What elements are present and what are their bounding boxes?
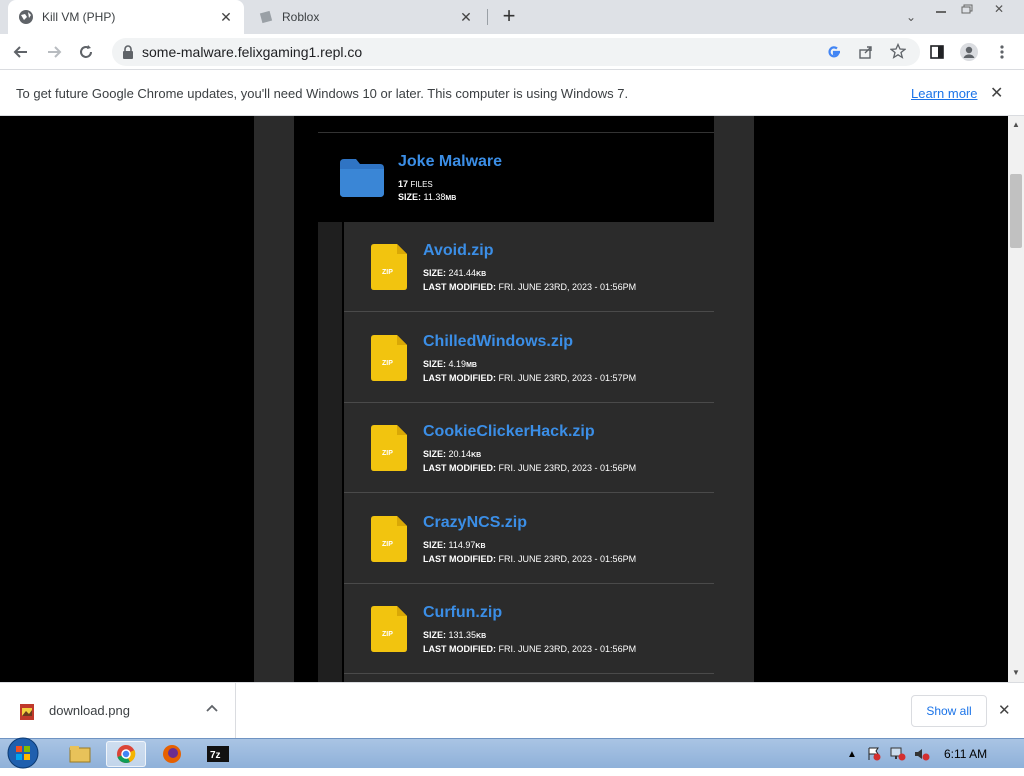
panel-top-bar [294, 116, 714, 132]
share-icon[interactable] [858, 44, 874, 65]
file-modified: LAST MODIFIED: FRI. JUNE 23RD, 2023 - 01… [423, 644, 637, 654]
file-name[interactable]: CookieClickerHack.zip [423, 423, 595, 441]
windows-taskbar: 7z ▲ 6:11 AM [0, 735, 1024, 771]
side-panel-icon[interactable] [924, 39, 950, 65]
folder-file-count: 17 FILES [398, 179, 433, 189]
file-name[interactable]: Avoid.zip [423, 242, 494, 260]
page-viewport: Joke Malware 17 FILES SIZE: 11.38MB ZIP A… [0, 116, 1008, 682]
file-size: SIZE: 4.19MB [423, 358, 477, 369]
scrollbar-thumb[interactable] [1010, 174, 1022, 248]
bookmark-star-icon[interactable] [889, 42, 907, 64]
file-row[interactable]: ZIP CrazyNCS.zip SIZE: 114.97KB LAST MODIFI… [344, 494, 714, 584]
menu-kebab-icon[interactable] [989, 39, 1015, 65]
profile-avatar-icon[interactable] [956, 39, 982, 65]
reload-button[interactable] [73, 39, 99, 65]
file-name[interactable]: ChilledWindows.zip [423, 333, 573, 351]
tab-search-icon[interactable]: ⌄ [896, 8, 926, 26]
folder-name[interactable]: Joke Malware [398, 153, 502, 171]
volume-icon[interactable] [914, 746, 930, 762]
file-name[interactable]: Curfun.zip [423, 604, 502, 622]
file-size: SIZE: 114.97KB [423, 539, 486, 550]
file-modified: LAST MODIFIED: FRI. JUNE 23RD, 2023 - 01… [423, 463, 637, 473]
svg-text:7z: 7z [210, 750, 221, 761]
chevron-up-icon[interactable] [206, 701, 218, 715]
download-shelf: download.png Show all ✕ [0, 682, 1024, 739]
tree-indent-bar [294, 132, 318, 682]
scroll-up-arrow[interactable]: ▲ [1012, 120, 1020, 129]
firefox-taskbar-icon[interactable] [152, 741, 192, 767]
svg-text:ZIP: ZIP [382, 269, 393, 276]
folder-icon [340, 159, 384, 197]
file-panel: Joke Malware 17 FILES SIZE: 11.38MB ZIP A… [254, 116, 754, 682]
lock-icon[interactable] [122, 45, 134, 64]
chrome-taskbar-icon[interactable] [106, 741, 146, 767]
tree-indent-bar [318, 222, 344, 682]
file-modified: LAST MODIFIED: FRI. JUNE 23RD, 2023 - 01… [423, 282, 637, 292]
image-file-icon [20, 704, 34, 725]
svg-text:ZIP: ZIP [382, 631, 393, 638]
file-modified: LAST MODIFIED: FRI. JUNE 23RD, 2023 - 01… [423, 553, 637, 564]
close-window-button[interactable]: ✕ [984, 0, 1014, 18]
tab-kill-vm[interactable]: Kill VM (PHP) ✕ [8, 0, 244, 34]
close-tab-icon[interactable]: ✕ [458, 9, 474, 25]
svg-text:ZIP: ZIP [382, 360, 393, 367]
vertical-scrollbar[interactable]: ▲ ▼ [1008, 116, 1024, 682]
svg-text:ZIP: ZIP [382, 541, 393, 548]
zip-file-icon: ZIP [371, 425, 407, 471]
globe-icon [18, 9, 34, 25]
taskbar-clock[interactable]: 6:11 AM [944, 747, 987, 761]
close-infobar-icon[interactable]: ✕ [990, 83, 1003, 103]
zip-file-icon: ZIP [371, 606, 407, 652]
file-row[interactable]: ZIP Curfun.zip SIZE: 131.35KB LAST MODIFIED… [344, 584, 714, 674]
tab-title: Kill VM (PHP) [42, 10, 116, 24]
tab-roblox[interactable]: Roblox ✕ [248, 0, 484, 34]
7zip-taskbar-icon[interactable]: 7z [198, 741, 238, 767]
file-row[interactable]: ZIP Avoid.zip SIZE: 241.44KB LAST MODIFIED:… [344, 222, 714, 312]
zip-file-icon: ZIP [371, 515, 407, 562]
new-tab-button[interactable]: + [498, 5, 520, 28]
scroll-down-arrow[interactable]: ▼ [1012, 668, 1020, 677]
forward-button[interactable] [41, 39, 67, 65]
file-row[interactable]: ZIP ChilledWindows.zip SIZE: 4.19MB LAST MO… [344, 313, 714, 403]
file-modified: LAST MODIFIED: FRI. JUNE 23RD, 2023 - 01… [423, 372, 637, 383]
browser-toolbar: some-malware.felixgaming1.repl.co [0, 34, 1024, 70]
start-button[interactable] [4, 735, 42, 771]
download-filename[interactable]: download.png [49, 703, 130, 718]
back-button[interactable] [8, 39, 34, 65]
google-icon[interactable] [826, 44, 842, 65]
file-row[interactable]: ZIP CookieClickerHack.zip SIZE: 20.14KB LAS… [344, 403, 714, 493]
tab-separator [487, 9, 488, 25]
show-all-button[interactable]: Show all [911, 695, 987, 727]
show-hidden-icons[interactable]: ▲ [844, 746, 860, 762]
url-text[interactable]: some-malware.felixgaming1.repl.co [142, 44, 362, 60]
tab-title: Roblox [282, 10, 320, 24]
file-name[interactable]: CrazyNCS.zip [423, 514, 527, 532]
learn-more-link[interactable]: Learn more [911, 86, 977, 101]
infobar-message: To get future Google Chrome updates, you… [16, 86, 629, 101]
zip-file-icon: ZIP [371, 334, 407, 381]
close-download-shelf-icon[interactable]: ✕ [998, 701, 1011, 719]
folder-size: SIZE: 11.38MB [398, 192, 457, 202]
roblox-icon [258, 9, 274, 25]
zip-file-icon: ZIP [371, 244, 407, 290]
close-tab-icon[interactable]: ✕ [218, 9, 234, 25]
tab-strip: Kill VM (PHP) ✕ Roblox ✕ + ⌄ ✕ [0, 0, 1024, 34]
download-item[interactable]: download.png [0, 683, 236, 739]
explorer-taskbar-icon[interactable] [60, 741, 100, 767]
update-infobar: To get future Google Chrome updates, you… [0, 71, 1024, 116]
svg-text:ZIP: ZIP [382, 450, 393, 457]
restore-button[interactable] [952, 0, 982, 18]
file-size: SIZE: 20.14KB [423, 449, 482, 459]
folder-header[interactable]: Joke Malware 17 FILES SIZE: 11.38MB [318, 132, 714, 222]
network-icon[interactable] [890, 746, 906, 762]
file-size: SIZE: 131.35KB [423, 630, 487, 640]
action-center-icon[interactable] [866, 746, 882, 762]
address-bar[interactable]: some-malware.felixgaming1.repl.co [112, 38, 920, 66]
file-size: SIZE: 241.44KB [423, 268, 487, 278]
